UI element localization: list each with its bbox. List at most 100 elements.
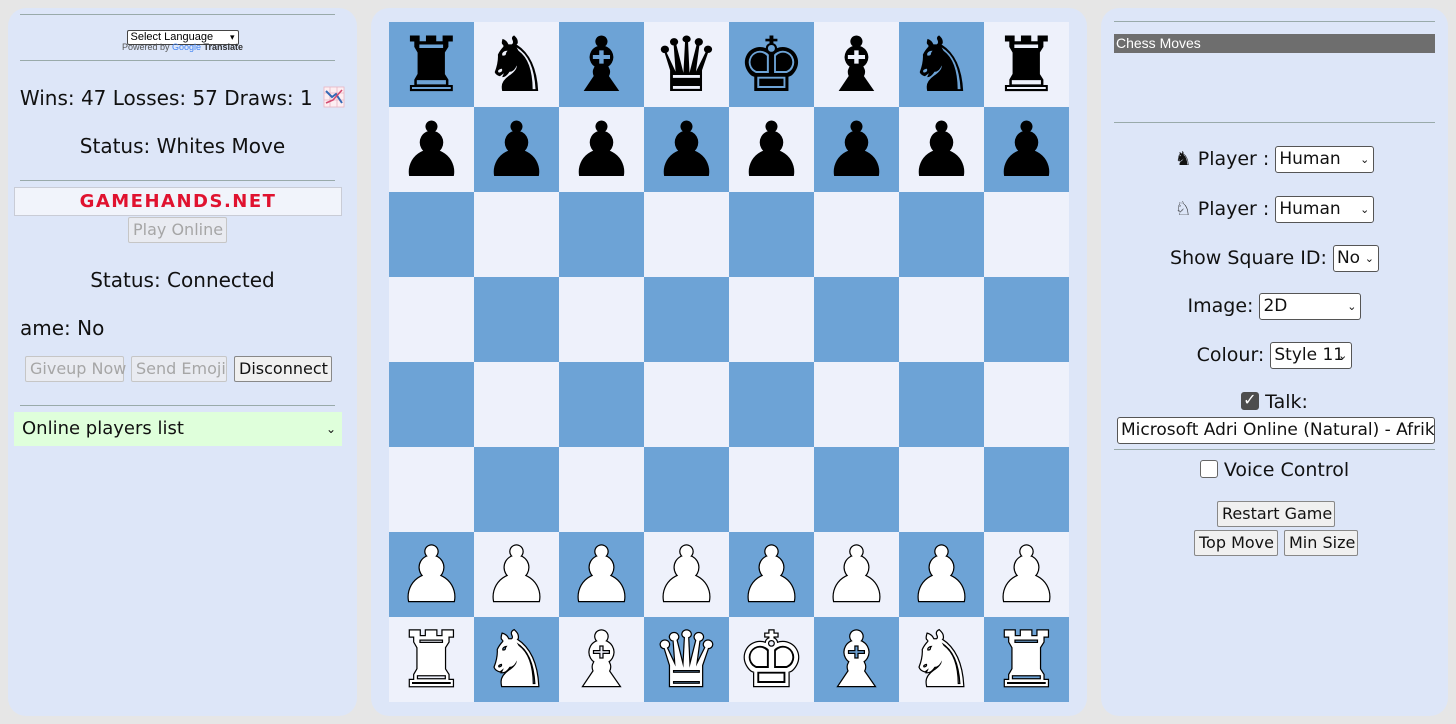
black-pawn-icon[interactable]: ♟	[907, 111, 975, 188]
square-f1[interactable]: ♝	[814, 617, 899, 702]
black-rook-icon[interactable]: ♜	[992, 26, 1060, 103]
square-g1[interactable]: ♞	[899, 617, 984, 702]
play-online-button[interactable]: Play Online	[128, 217, 227, 243]
black-pawn-icon[interactable]: ♟	[737, 111, 805, 188]
square-f2[interactable]: ♟	[814, 532, 899, 617]
black-queen-icon[interactable]: ♛	[652, 26, 720, 103]
square-f7[interactable]: ♟	[814, 107, 899, 192]
restart-game-button[interactable]: Restart Game	[1217, 501, 1335, 527]
white-pawn-icon[interactable]: ♟	[991, 535, 1062, 614]
black-player-select[interactable]: Human ⌄	[1275, 146, 1375, 173]
black-pawn-icon[interactable]: ♟	[652, 111, 720, 188]
gamehands-banner[interactable]: GAMEHANDS.NET	[14, 187, 342, 216]
square-e2[interactable]: ♟	[729, 532, 814, 617]
white-knight-icon[interactable]: ♞	[906, 620, 977, 699]
black-pawn-icon[interactable]: ♟	[992, 111, 1060, 188]
square-a6[interactable]	[389, 192, 474, 277]
square-c5[interactable]	[559, 277, 644, 362]
square-g5[interactable]	[899, 277, 984, 362]
black-pawn-icon[interactable]: ♟	[567, 111, 635, 188]
square-e4[interactable]	[729, 362, 814, 447]
square-c7[interactable]: ♟	[559, 107, 644, 192]
square-e5[interactable]	[729, 277, 814, 362]
square-a3[interactable]	[389, 447, 474, 532]
white-pawn-icon[interactable]: ♟	[481, 535, 552, 614]
white-pawn-icon[interactable]: ♟	[821, 535, 892, 614]
black-king-icon[interactable]: ♚	[737, 26, 805, 103]
square-g4[interactable]	[899, 362, 984, 447]
square-a4[interactable]	[389, 362, 474, 447]
square-b6[interactable]	[474, 192, 559, 277]
disconnect-button[interactable]: Disconnect	[234, 356, 332, 382]
square-h6[interactable]	[984, 192, 1069, 277]
square-b1[interactable]: ♞	[474, 617, 559, 702]
square-g2[interactable]: ♟	[899, 532, 984, 617]
show-square-select[interactable]: No ⌄	[1332, 245, 1379, 272]
square-g8[interactable]: ♞	[899, 22, 984, 107]
square-d1[interactable]: ♛	[644, 617, 729, 702]
square-h4[interactable]	[984, 362, 1069, 447]
white-player-select[interactable]: Human ⌄	[1275, 196, 1375, 223]
square-g3[interactable]	[899, 447, 984, 532]
square-a2[interactable]: ♟	[389, 532, 474, 617]
square-a5[interactable]	[389, 277, 474, 362]
square-c4[interactable]	[559, 362, 644, 447]
colour-select[interactable]: Style 11 ⌄	[1270, 342, 1353, 369]
square-h8[interactable]: ♜	[984, 22, 1069, 107]
square-c3[interactable]	[559, 447, 644, 532]
image-select[interactable]: 2D ⌄	[1259, 293, 1362, 320]
square-e3[interactable]	[729, 447, 814, 532]
square-h2[interactable]: ♟	[984, 532, 1069, 617]
square-f4[interactable]	[814, 362, 899, 447]
square-b7[interactable]: ♟	[474, 107, 559, 192]
square-b2[interactable]: ♟	[474, 532, 559, 617]
black-pawn-icon[interactable]: ♟	[482, 111, 550, 188]
square-e1[interactable]: ♚	[729, 617, 814, 702]
square-d6[interactable]	[644, 192, 729, 277]
square-b3[interactable]	[474, 447, 559, 532]
square-c8[interactable]: ♝	[559, 22, 644, 107]
square-b8[interactable]: ♞	[474, 22, 559, 107]
square-d3[interactable]	[644, 447, 729, 532]
square-d7[interactable]: ♟	[644, 107, 729, 192]
square-d2[interactable]: ♟	[644, 532, 729, 617]
white-pawn-icon[interactable]: ♟	[566, 535, 637, 614]
online-players-select[interactable]: Online players list ⌄	[14, 412, 342, 446]
square-h3[interactable]	[984, 447, 1069, 532]
square-g7[interactable]: ♟	[899, 107, 984, 192]
top-move-button[interactable]: Top Move	[1194, 530, 1278, 556]
white-queen-icon[interactable]: ♛	[651, 620, 722, 699]
square-d5[interactable]	[644, 277, 729, 362]
square-e8[interactable]: ♚	[729, 22, 814, 107]
square-a7[interactable]: ♟	[389, 107, 474, 192]
square-b5[interactable]	[474, 277, 559, 362]
giveup-button[interactable]: Giveup Now	[25, 356, 126, 382]
black-bishop-icon[interactable]: ♝	[822, 26, 890, 103]
square-a1[interactable]: ♜	[389, 617, 474, 702]
square-c1[interactable]: ♝	[559, 617, 644, 702]
square-d4[interactable]	[644, 362, 729, 447]
black-pawn-icon[interactable]: ♟	[822, 111, 890, 188]
voice-select[interactable]: Microsoft Adri Online (Natural) - Afrika…	[1117, 417, 1435, 444]
square-a8[interactable]: ♜	[389, 22, 474, 107]
white-rook-icon[interactable]: ♜	[991, 620, 1062, 699]
black-rook-icon[interactable]: ♜	[397, 26, 465, 103]
white-rook-icon[interactable]: ♜	[396, 620, 467, 699]
white-king-icon[interactable]: ♚	[736, 620, 807, 699]
square-f6[interactable]	[814, 192, 899, 277]
square-f5[interactable]	[814, 277, 899, 362]
white-pawn-icon[interactable]: ♟	[736, 535, 807, 614]
black-knight-icon[interactable]: ♞	[907, 26, 975, 103]
white-pawn-icon[interactable]: ♟	[396, 535, 467, 614]
square-f8[interactable]: ♝	[814, 22, 899, 107]
square-h7[interactable]: ♟	[984, 107, 1069, 192]
square-c6[interactable]	[559, 192, 644, 277]
square-c2[interactable]: ♟	[559, 532, 644, 617]
chart-icon[interactable]	[323, 86, 345, 113]
square-f3[interactable]	[814, 447, 899, 532]
black-knight-icon[interactable]: ♞	[482, 26, 550, 103]
send-emoji-button[interactable]: Send Emoji	[131, 356, 227, 382]
voice-control-checkbox[interactable]	[1199, 460, 1218, 478]
black-bishop-icon[interactable]: ♝	[567, 26, 635, 103]
white-pawn-icon[interactable]: ♟	[906, 535, 977, 614]
